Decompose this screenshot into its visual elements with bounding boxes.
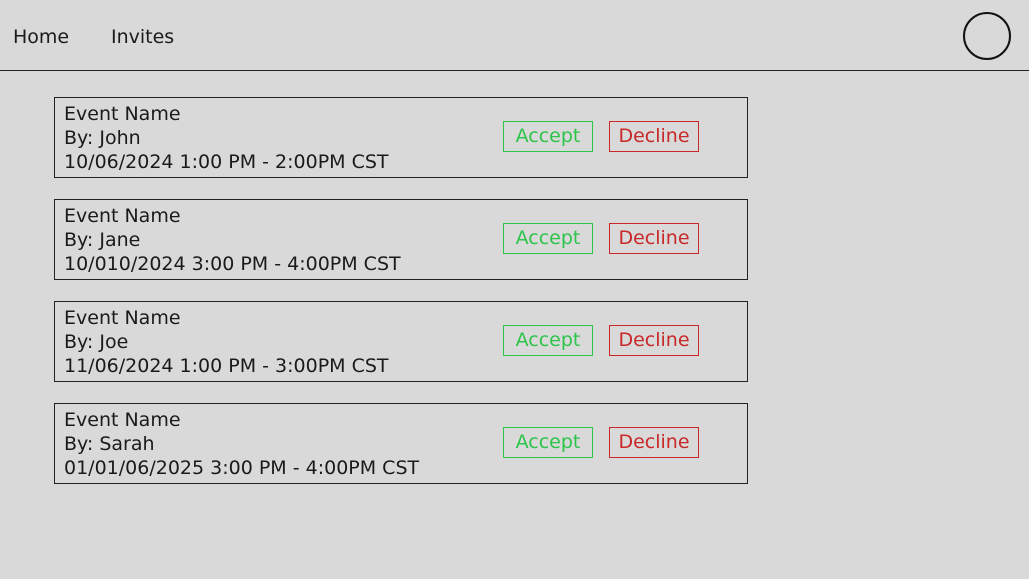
event-datetime: 10/010/2024 3:00 PM - 4:00PM CST [64, 253, 401, 275]
invite-details: Event Name By: John 10/06/2024 1:00 PM -… [64, 102, 389, 174]
event-name: Event Name [64, 409, 181, 431]
invite-card: Event Name By: Jane 10/010/2024 3:00 PM … [54, 199, 748, 280]
event-datetime: 01/01/06/2025 3:00 PM - 4:00PM CST [64, 457, 420, 479]
invite-card: Event Name By: John 10/06/2024 1:00 PM -… [54, 97, 748, 178]
event-host: By: Joe [64, 331, 129, 353]
invite-details: Event Name By: Joe 11/06/2024 1:00 PM - … [64, 306, 389, 378]
decline-button[interactable]: Decline [609, 325, 699, 356]
decline-button[interactable]: Decline [609, 223, 699, 254]
event-name: Event Name [64, 307, 181, 329]
invite-details: Event Name By: Jane 10/010/2024 3:00 PM … [64, 204, 401, 276]
decline-button[interactable]: Decline [609, 427, 699, 458]
decline-button[interactable]: Decline [609, 121, 699, 152]
accept-button[interactable]: Accept [503, 427, 593, 458]
invite-card: Event Name By: Joe 11/06/2024 1:00 PM - … [54, 301, 748, 382]
nav-home-link[interactable]: Home [13, 25, 69, 49]
avatar[interactable] [963, 12, 1011, 60]
event-datetime: 11/06/2024 1:00 PM - 3:00PM CST [64, 355, 389, 377]
event-name: Event Name [64, 205, 181, 227]
accept-button[interactable]: Accept [503, 121, 593, 152]
event-datetime: 10/06/2024 1:00 PM - 2:00PM CST [64, 151, 389, 173]
invite-details: Event Name By: Sarah 01/01/06/2025 3:00 … [64, 408, 419, 480]
accept-button[interactable]: Accept [503, 325, 593, 356]
top-navigation-bar: Home Invites [0, 0, 1029, 71]
invite-card: Event Name By: Sarah 01/01/06/2025 3:00 … [54, 403, 748, 484]
nav-invites-link[interactable]: Invites [111, 25, 174, 49]
event-name: Event Name [64, 103, 181, 125]
event-host: By: Sarah [64, 433, 155, 455]
event-host: By: John [64, 127, 141, 149]
accept-button[interactable]: Accept [503, 223, 593, 254]
event-host: By: Jane [64, 229, 141, 251]
